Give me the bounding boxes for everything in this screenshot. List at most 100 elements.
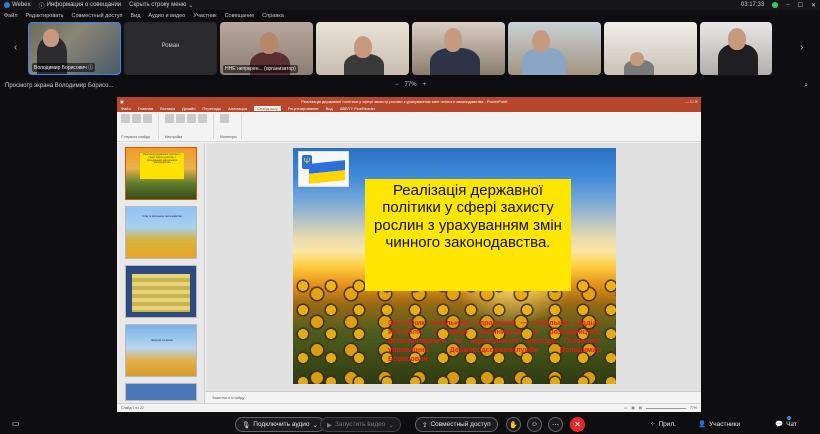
minimize-icon[interactable]: – <box>786 2 789 8</box>
menu-file[interactable]: Файл <box>4 13 18 19</box>
ppt-tab[interactable]: Вставка <box>160 106 175 111</box>
menu-edit[interactable]: Редактировать <box>26 13 64 19</box>
chevron-down-icon: ⌄ <box>388 421 394 429</box>
microphone-icon: 🎙 <box>242 421 251 429</box>
menu-participant[interactable]: Участник <box>193 13 216 19</box>
reading-view-icon[interactable]: ▤ <box>639 406 642 410</box>
zoom-in-button[interactable]: + <box>423 82 427 88</box>
from-current-icon[interactable] <box>132 114 141 123</box>
ppt-tab-active[interactable]: Слайд-шоу <box>253 106 281 111</box>
captions-icon[interactable]: ▭ <box>12 419 20 428</box>
monitor-icon[interactable] <box>220 114 229 123</box>
chat-icon: 💬 <box>775 421 784 428</box>
rehearse-icon[interactable] <box>187 114 196 123</box>
participant-name: ННЕ непркрен... (организатор) <box>223 65 298 73</box>
thumbnail-table <box>132 274 190 312</box>
menu-share[interactable]: Совместный доступ <box>72 13 123 19</box>
start-video-button[interactable]: ▶ Запустить видео ⌄ <box>320 417 401 432</box>
participant-face <box>532 30 550 52</box>
ribbon-group-label: Мониторы <box>220 135 237 139</box>
meeting-info-button[interactable]: ⓘ Информация о совещании <box>39 1 122 10</box>
ppt-tab[interactable]: ABBYY FineReader <box>340 106 375 111</box>
participant-face <box>728 28 746 50</box>
ppt-window-title: Реалізація державної політики у сфері за… <box>301 98 508 104</box>
slide-counter: Слайд 1 из 22 <box>121 406 144 410</box>
participant-name: Володимир Борисович ⓘ <box>32 63 96 72</box>
chevron-right-icon[interactable]: › <box>800 42 810 54</box>
slide-thumbnail[interactable]: 1 Реалізація державної політики у сфері … <box>125 147 197 200</box>
hide-menu-button[interactable]: Скрыть строку меню ⌄ <box>129 2 193 9</box>
hand-icon[interactable]: ✋ <box>506 417 521 432</box>
menu-audio-video[interactable]: Аудио и видео <box>148 13 185 19</box>
participant-tile[interactable]: Роман <box>124 22 217 75</box>
apps-button[interactable]: ⁘ Прил. <box>650 420 676 429</box>
ppt-tab[interactable]: Вид <box>326 106 333 111</box>
ppt-title-bar: ▣ Реалізація державної політики у сфері … <box>117 97 701 105</box>
notes-pane[interactable]: Заметки к слайду <box>206 391 701 403</box>
magnifier-icon[interactable]: ⌕ <box>804 82 808 90</box>
participant-tile[interactable] <box>412 22 505 75</box>
zoom-out-button[interactable]: − <box>395 82 399 88</box>
camera-icon: ▶ <box>327 421 332 429</box>
window-controls-icon[interactable]: — ☐ ✕ <box>685 99 698 104</box>
participants-button[interactable]: 👤 Участники <box>698 420 740 429</box>
participant-video <box>430 48 480 75</box>
participant-tile[interactable]: Володимир Борисович ⓘ <box>28 22 121 75</box>
viewer-title: Просмотр экрана Володимир Борисо... <box>5 83 114 89</box>
shared-screen[interactable]: ▣ Реалізація державної політики у сфері … <box>117 97 701 412</box>
setup-slideshow-icon[interactable] <box>165 114 174 123</box>
participant-tile[interactable] <box>700 22 772 75</box>
participant-tile[interactable]: ННЕ непркрен... (организатор) <box>220 22 313 75</box>
connect-audio-button[interactable]: 🎙 Подключить аудио ⌄ <box>235 417 325 432</box>
participant-tile[interactable] <box>604 22 697 75</box>
menu-meeting[interactable]: Совещание <box>225 13 255 19</box>
participants-icon: 👤 <box>698 421 707 428</box>
ppt-tab[interactable]: Анимация <box>228 106 247 111</box>
participant-face <box>444 28 462 52</box>
thumbnail-title: Стан та виконання законодавства <box>142 215 182 218</box>
participant-tile[interactable] <box>508 22 601 75</box>
title-bar: Webex ⓘ Информация о совещании Скрыть стр… <box>0 0 820 10</box>
menu-bar: Файл Редактировать Совместный доступ Вид… <box>0 11 820 21</box>
ppt-tab[interactable]: Рецензирование <box>288 106 319 111</box>
zoom-level[interactable]: 77% <box>405 82 417 88</box>
notes-toggle-icon[interactable]: ▭ <box>624 406 627 410</box>
ppt-tab[interactable]: Переходы <box>202 106 221 111</box>
save-icon[interactable]: ▣ <box>120 99 124 104</box>
leave-meeting-button[interactable]: ✕ <box>570 417 585 432</box>
close-icon[interactable]: ✕ <box>811 2 816 9</box>
record-icon[interactable] <box>198 114 207 123</box>
meeting-timer: 03:17:33 <box>740 2 765 8</box>
participant-tile[interactable] <box>316 22 409 75</box>
current-slide[interactable]: Ψ Реалізація державної політики у сфері … <box>293 148 616 384</box>
ppt-tab[interactable]: Файл <box>121 106 131 111</box>
slide-thumbnail[interactable]: 4 Шкідливі організми <box>125 324 197 377</box>
slide-thumbnail[interactable]: 2 Стан та виконання законодавства <box>125 206 197 259</box>
zoom-slider[interactable] <box>645 407 686 409</box>
more-icon[interactable]: ⋯ <box>548 417 563 432</box>
slide-thumbnail[interactable]: 3 <box>125 265 197 318</box>
present-online-icon[interactable] <box>143 114 152 123</box>
chevron-left-icon[interactable]: ‹ <box>14 42 24 54</box>
participant-face <box>354 36 372 58</box>
security-shield-icon[interactable] <box>772 2 779 8</box>
chat-button[interactable]: 💬 Чат <box>775 420 797 429</box>
ribbon-group-label: Настройка <box>165 135 183 139</box>
participant-name: Роман <box>161 43 180 49</box>
ppt-ribbon-tabs: Файл Главная Вставка Дизайн Переходы Ани… <box>117 105 701 112</box>
trident-icon: Ψ <box>302 155 312 169</box>
normal-view-icon[interactable]: ▦ <box>631 406 634 410</box>
maximize-icon[interactable]: ☐ <box>798 2 803 9</box>
viewer-scrollbar[interactable] <box>685 240 690 380</box>
slide-thumbnail[interactable]: 5 <box>125 383 197 401</box>
menu-view[interactable]: Вид <box>130 13 140 19</box>
hide-slide-icon[interactable] <box>176 114 185 123</box>
menu-help[interactable]: Справка <box>262 13 284 19</box>
ribbon-group: С первого слайда <box>121 114 159 139</box>
reactions-icon[interactable]: ☺ <box>527 417 542 432</box>
share-button[interactable]: ⇪ Совместный доступ <box>415 417 498 432</box>
ppt-tab[interactable]: Главная <box>138 106 153 111</box>
ppt-tab[interactable]: Дизайн <box>182 106 195 111</box>
participant-face <box>630 52 644 66</box>
from-start-icon[interactable] <box>121 114 130 123</box>
